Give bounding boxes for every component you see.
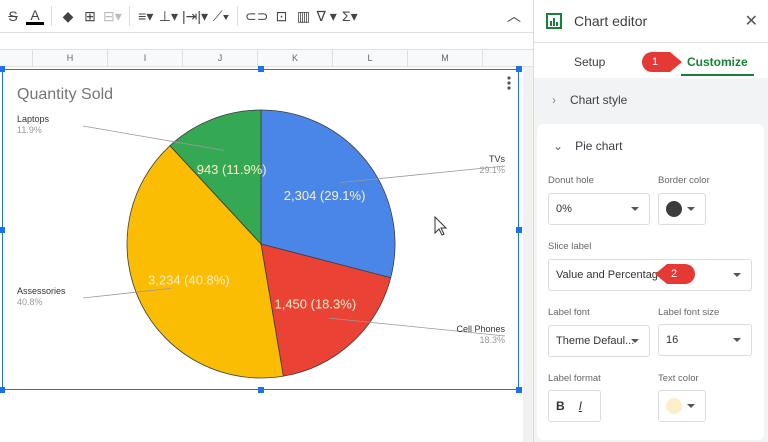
slice-label-select[interactable]: Value and Percentage: [548, 259, 752, 291]
resize-handle[interactable]: [258, 387, 264, 393]
legend-percent: 40.8%: [17, 297, 43, 307]
resize-handle[interactable]: [516, 66, 522, 72]
link-icon[interactable]: ⊂⊃: [245, 8, 268, 25]
comment-icon[interactable]: ⊡: [273, 8, 291, 25]
pie-chart-svg: Quantity Sold 2,304 (29.1%) 1,450 (18.3%)…: [17, 76, 511, 379]
corner: [0, 50, 33, 66]
donut-hole-value: 0%: [556, 203, 572, 215]
label-font-size-select[interactable]: 16: [658, 324, 752, 356]
legend-label: Assessories: [17, 286, 66, 296]
bold-button[interactable]: B: [556, 399, 565, 413]
text-color-picker[interactable]: [658, 390, 706, 422]
editor-title: Chart editor: [574, 13, 648, 29]
label-font-size-label: Label font size: [658, 307, 720, 318]
column-j[interactable]: J: [183, 50, 258, 66]
chevron-down-icon: ⌄: [553, 139, 564, 153]
slice-data-label: 1,450 (18.3%): [274, 296, 356, 311]
pie-chart-label: Pie chart: [575, 139, 623, 153]
resize-handle[interactable]: [0, 227, 5, 233]
column-h[interactable]: H: [33, 50, 108, 66]
pie-chart-header[interactable]: ⌄ Pie chart: [537, 124, 764, 168]
toolbar: S A ◆ ⊞ ⊟▾ ≡▾ ⊥▾ |⇥|▾ ⟋▾ ⊂⊃ ⊡ ▥ ∇ ▾ Σ▾ ︿: [0, 0, 533, 32]
legend-percent: 18.3%: [479, 335, 505, 345]
filter-icon[interactable]: ∇ ▾: [317, 8, 337, 25]
align-icon[interactable]: ≡▾: [137, 8, 155, 25]
chart-icon[interactable]: ▥: [295, 8, 313, 25]
column-i[interactable]: I: [108, 50, 183, 66]
legend-percent: 11.9%: [17, 125, 42, 135]
more-options-icon[interactable]: [507, 76, 511, 90]
slice-label-value: Value and Percentage: [556, 269, 665, 281]
resize-handle[interactable]: [0, 66, 5, 72]
mouse-cursor-icon: [434, 215, 448, 236]
resize-handle[interactable]: [258, 66, 264, 72]
chart-style-section[interactable]: › Chart style: [534, 78, 768, 122]
annotation-badge-1: 1: [642, 52, 682, 72]
sheet-scrollbar[interactable]: [523, 67, 533, 442]
legend-label: Cell Phones: [456, 324, 505, 334]
tab-customize[interactable]: Customize: [681, 55, 754, 76]
donut-hole-label: Donut hole: [548, 175, 594, 186]
collapse-icon[interactable]: ︿: [505, 6, 523, 26]
valign-icon[interactable]: ⊥▾: [159, 8, 178, 25]
merge-icon[interactable]: ⊟▾: [103, 8, 122, 25]
chart-title: Quantity Sold: [17, 86, 113, 103]
divider: [51, 6, 52, 26]
donut-hole-select[interactable]: 0%: [548, 193, 650, 225]
borders-icon[interactable]: ⊞: [81, 8, 99, 25]
slice-data-label: 2,304 (29.1%): [284, 188, 366, 203]
resize-handle[interactable]: [516, 227, 522, 233]
column-k[interactable]: K: [258, 50, 333, 66]
label-font-size-value: 16: [666, 334, 679, 346]
functions-icon[interactable]: Σ▾: [341, 8, 359, 25]
label-font-label: Label font: [548, 307, 590, 318]
chevron-right-icon: ›: [552, 93, 556, 107]
label-font-value: Theme Defaul...: [556, 335, 635, 347]
color-swatch: [666, 398, 682, 414]
fill-color-icon[interactable]: ◆: [59, 8, 77, 25]
pie-chart-section: ⌄ Pie chart Donut hole 0% Border color Sl…: [537, 124, 764, 440]
legend-label: TVs: [489, 154, 506, 164]
border-color-label: Border color: [658, 175, 710, 186]
italic-button[interactable]: I: [579, 399, 582, 413]
slice-label-label: Slice label: [548, 241, 592, 252]
slice-data-label: 943 (11.9%): [197, 162, 267, 177]
legend-percent: 29.1%: [479, 165, 505, 175]
formula-bar[interactable]: [0, 32, 533, 49]
pie-chart[interactable]: Quantity Sold 2,304 (29.1%) 1,450 (18.3%)…: [0, 66, 522, 393]
column-header: H I J K L M: [0, 49, 533, 67]
chart-editor-panel: Chart editor ✕ Setup Customize 1 › Chart …: [533, 0, 768, 442]
legend-label: Laptops: [17, 114, 50, 124]
color-swatch: [666, 201, 682, 217]
text-color-label: Text color: [658, 373, 699, 384]
strikethrough-icon[interactable]: S: [4, 8, 22, 24]
column-l[interactable]: L: [333, 50, 408, 66]
chart-style-label: Chart style: [570, 93, 628, 107]
resize-handle[interactable]: [0, 387, 5, 393]
divider: [237, 6, 239, 26]
slice-data-label: 3,234 (40.8%): [148, 272, 230, 287]
chart-editor-icon: [546, 13, 562, 29]
label-font-select[interactable]: Theme Defaul...: [548, 325, 650, 357]
text-color-icon[interactable]: A: [26, 8, 44, 25]
column-m[interactable]: M: [408, 50, 483, 66]
label-format-group: BI: [548, 390, 601, 422]
label-format-label: Label format: [548, 373, 601, 384]
resize-handle[interactable]: [516, 387, 522, 393]
tab-setup[interactable]: Setup: [574, 55, 605, 69]
border-color-picker[interactable]: [658, 193, 706, 225]
rotate-icon[interactable]: ⟋▾: [212, 8, 230, 25]
divider: [128, 6, 130, 26]
wrap-icon[interactable]: |⇥|▾: [182, 8, 208, 25]
close-icon[interactable]: ✕: [745, 11, 758, 31]
